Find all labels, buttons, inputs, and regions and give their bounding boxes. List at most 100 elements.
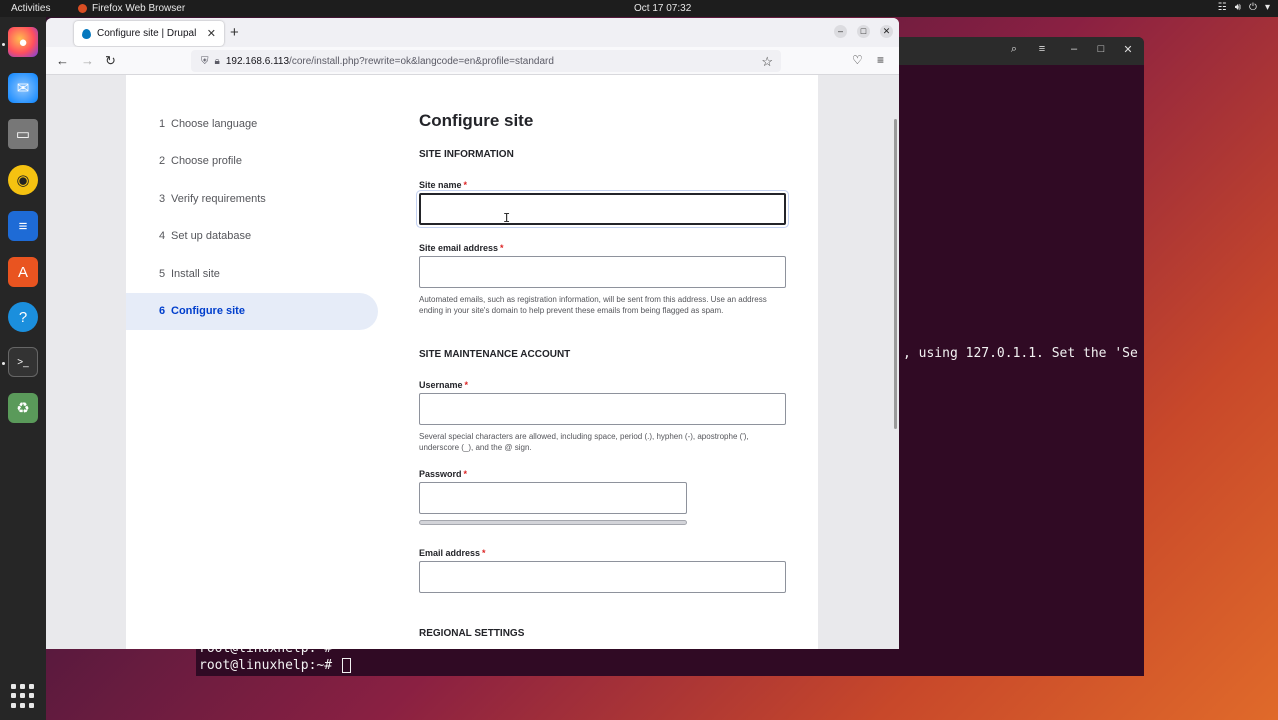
- firefox-window[interactable]: Configure site | Drupal ✕ + – □ ✕ ← → ↻ …: [46, 18, 899, 649]
- maximize-icon[interactable]: □: [1092, 43, 1110, 59]
- system-tray[interactable]: ☷ 🔊︎ ⏻ ▾: [1218, 2, 1270, 13]
- url-bar[interactable]: ⛨ 🔒︎ 192.168.6.113/core/install.php?rewr…: [191, 50, 781, 72]
- pocket-icon[interactable]: ♡: [852, 53, 863, 67]
- thunderbird-icon[interactable]: ✉: [8, 73, 38, 103]
- hamburger-icon[interactable]: ≡: [1033, 43, 1051, 59]
- step-number: 6: [159, 305, 166, 318]
- clock[interactable]: Oct 17 07:32: [634, 3, 691, 14]
- regional-settings-heading: REGIONAL SETTINGS: [419, 628, 525, 639]
- minimize-icon[interactable]: –: [1065, 43, 1083, 59]
- running-indicator: [2, 43, 5, 46]
- window-controls: – □ ✕: [834, 25, 893, 38]
- email-address-input[interactable]: [419, 561, 786, 593]
- firefox-icon[interactable]: ●: [8, 27, 38, 57]
- navigation-toolbar: ← → ↻ ⛨ 🔒︎ 192.168.6.113/core/install.ph…: [46, 47, 899, 75]
- install-step: 3 Verify requirements: [126, 180, 378, 218]
- scrollbar-thumb[interactable]: [894, 119, 897, 429]
- reload-icon[interactable]: ↻: [105, 53, 116, 69]
- maximize-icon[interactable]: □: [857, 25, 870, 38]
- terminal-icon[interactable]: >_: [8, 347, 38, 377]
- running-indicator: [2, 362, 5, 365]
- install-step: 4 Set up database: [126, 218, 378, 256]
- menu-down-icon: ▾: [1264, 2, 1270, 13]
- page-scrollbar[interactable]: [891, 75, 899, 649]
- step-number: 2: [159, 155, 166, 168]
- email-address-label-text: Email address: [419, 548, 481, 558]
- required-marker: *: [482, 548, 486, 558]
- page-title: Configure site: [419, 111, 534, 130]
- install-step: 1 Choose language: [126, 105, 378, 143]
- minimize-icon[interactable]: –: [834, 25, 847, 38]
- terminal-cursor: [341, 658, 351, 673]
- network-icon: ☷: [1217, 2, 1227, 13]
- firefox-mini-icon: [78, 4, 87, 13]
- app-menu[interactable]: Firefox Web Browser: [78, 3, 185, 14]
- password-label: Password *: [419, 469, 467, 479]
- install-step-active: 6 Configure site: [126, 292, 378, 330]
- password-input[interactable]: [419, 482, 687, 514]
- tab-title: Configure site | Drupal: [97, 28, 197, 39]
- show-apps-icon[interactable]: [11, 684, 35, 708]
- step-label: Choose language: [171, 117, 258, 130]
- required-marker: *: [463, 469, 468, 479]
- drupal-install-page: 1 Choose language 2 Choose profile 3 Verify…: [126, 75, 818, 649]
- site-name-label: Site name *: [419, 180, 467, 190]
- rhythmbox-icon[interactable]: ◉: [8, 165, 38, 195]
- forward-icon[interactable]: →: [81, 53, 94, 68]
- software-icon[interactable]: A: [8, 257, 38, 287]
- username-input[interactable]: [419, 393, 786, 425]
- site-email-help: Automated emails, such as registration i…: [419, 295, 767, 315]
- username-label-text: Username: [419, 380, 463, 390]
- bookmark-star-icon[interactable]: ☆: [761, 54, 773, 70]
- terminal-prompt[interactable]: root@linuxhelp:~#: [199, 658, 351, 673]
- activities-button[interactable]: Activities: [11, 3, 50, 14]
- shield-icon[interactable]: ⛨: [201, 56, 209, 67]
- tab-configure-site[interactable]: Configure site | Drupal ✕: [74, 21, 224, 46]
- step-label: Verify requirements: [171, 192, 266, 205]
- tab-close-icon[interactable]: ✕: [207, 27, 216, 40]
- site-email-label-text: Site email address: [419, 243, 499, 253]
- url-path: /core/install.php?rewrite=ok&langcode=en…: [289, 55, 554, 67]
- required-marker: *: [463, 180, 468, 190]
- site-name-label-text: Site name: [419, 180, 462, 190]
- required-marker: *: [464, 380, 469, 390]
- close-icon[interactable]: ✕: [1119, 43, 1137, 59]
- maintenance-account-heading: SITE MAINTENANCE ACCOUNT: [419, 349, 571, 360]
- back-icon[interactable]: ←: [56, 53, 69, 68]
- step-label: Configure site: [171, 305, 245, 318]
- install-step: 2 Choose profile: [126, 143, 378, 181]
- step-number: 1: [159, 117, 166, 130]
- required-marker: *: [500, 243, 504, 253]
- install-steps: 1 Choose language 2 Choose profile 3 Verify…: [126, 105, 378, 330]
- top-bar: Activities Firefox Web Browser Oct 17 07…: [0, 0, 1278, 17]
- site-email-input[interactable]: [419, 256, 786, 288]
- app-menu-icon[interactable]: ≡: [877, 53, 884, 67]
- step-number: 3: [159, 192, 166, 205]
- step-label: Install site: [171, 267, 220, 280]
- drupal-favicon-icon: [82, 28, 91, 39]
- terminal-log-line: , using 127.0.1.1. Set the 'Se: [903, 346, 1138, 361]
- url-host: 192.168.6.113: [225, 55, 290, 67]
- username-label: Username *: [419, 380, 468, 390]
- tab-strip: Configure site | Drupal ✕ + – □ ✕: [46, 18, 899, 47]
- terminal-prompt-text: root@linuxhelp:~#: [199, 658, 340, 673]
- password-strength-bar: [419, 520, 687, 525]
- help-icon[interactable]: ?: [8, 302, 38, 332]
- username-help: Several special characters are allowed, …: [419, 432, 749, 452]
- power-icon: ⏻: [1249, 2, 1257, 13]
- lock-icon[interactable]: 🔒︎: [215, 56, 220, 67]
- install-step: 5 Install site: [126, 255, 378, 293]
- trash-icon[interactable]: ♻: [8, 393, 38, 423]
- search-icon[interactable]: ⌕: [1005, 43, 1023, 59]
- close-icon[interactable]: ✕: [880, 25, 893, 38]
- site-name-input[interactable]: [419, 193, 786, 225]
- files-icon[interactable]: ▭: [8, 119, 38, 149]
- password-label-text: Password: [419, 469, 462, 479]
- writer-icon[interactable]: ≡: [8, 211, 38, 241]
- new-tab-button[interactable]: +: [230, 24, 239, 41]
- page-viewport[interactable]: 1 Choose language 2 Choose profile 3 Verify…: [46, 75, 899, 649]
- step-label: Choose profile: [171, 155, 242, 168]
- step-label: Set up database: [171, 230, 252, 243]
- drupal-logo: [190, 75, 240, 79]
- site-email-label: Site email address *: [419, 243, 504, 253]
